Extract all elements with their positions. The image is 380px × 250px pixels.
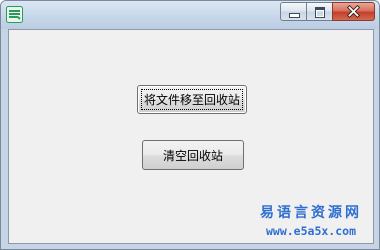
empty-recycle-bin-label: 清空回收站 <box>162 148 223 163</box>
minimize-button[interactable] <box>280 2 306 21</box>
move-to-recycle-bin-button[interactable]: 将文件移至回收站 <box>137 85 247 114</box>
site-watermark: 易语言资源网 www.e5a5x.com <box>253 206 369 237</box>
maximize-icon <box>315 7 325 18</box>
caption-buttons <box>280 2 375 21</box>
watermark-name: 易语言资源网 <box>260 205 362 222</box>
app-icon[interactable] <box>6 6 23 23</box>
client-area: 将文件移至回收站 清空回收站 易语言资源网 www.e5a5x.com <box>8 29 374 244</box>
close-icon <box>346 4 361 19</box>
application-window: 将文件移至回收站 清空回收站 易语言资源网 www.e5a5x.com <box>0 0 380 250</box>
minimize-icon <box>289 13 300 18</box>
close-button[interactable] <box>332 2 375 21</box>
empty-recycle-bin-button[interactable]: 清空回收站 <box>142 140 244 170</box>
move-to-recycle-bin-label: 将文件移至回收站 <box>143 93 240 107</box>
watermark-url: www.e5a5x.com <box>265 223 356 238</box>
maximize-button[interactable] <box>306 2 332 21</box>
title-bar[interactable] <box>1 1 379 29</box>
